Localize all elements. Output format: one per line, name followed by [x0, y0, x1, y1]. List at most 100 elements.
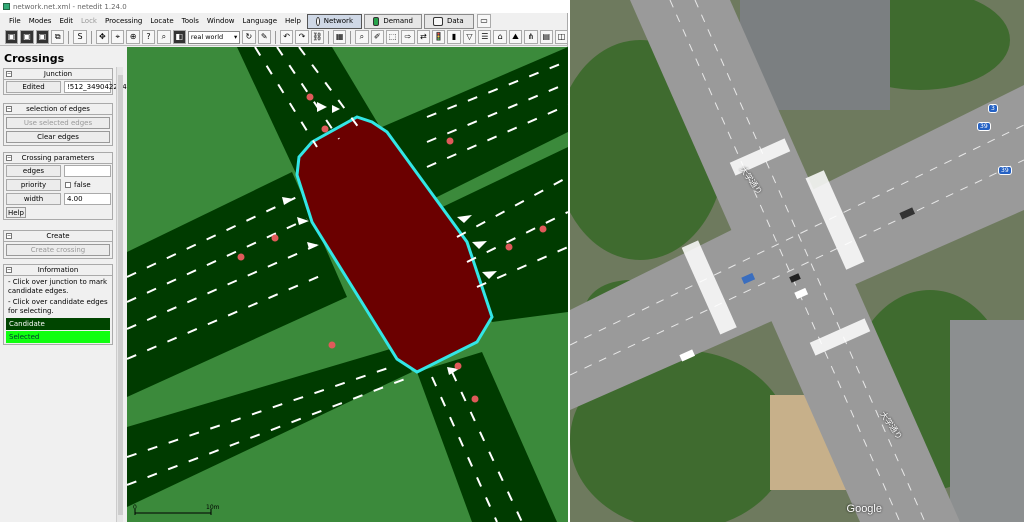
shapes-icon[interactable]: ⛰ — [508, 30, 523, 44]
frame-title: Crossings — [4, 52, 65, 65]
locate-junction-icon[interactable]: ⌖ — [111, 30, 125, 44]
route-badge-1: 3 — [988, 104, 998, 113]
refresh-icon[interactable]: ↻ — [242, 30, 256, 44]
move-mode-icon[interactable]: ⇨ — [401, 30, 415, 44]
collapse-icon[interactable]: − — [6, 106, 12, 112]
visualization-select[interactable]: real world ▾ — [187, 30, 241, 44]
save-network-icon[interactable]: ▣ — [35, 30, 50, 44]
link-icon[interactable]: ⛓ — [310, 30, 324, 44]
collapse-icon[interactable]: − — [6, 233, 12, 239]
inspect-mode-icon[interactable]: ⌕ — [355, 30, 369, 44]
connection-mode-icon[interactable]: ⇄ — [416, 30, 431, 44]
title-bar: network.net.xml - netedit 1.24.0 — [0, 0, 568, 13]
route-badge-2: 39 — [977, 122, 991, 131]
toolbar-separator — [274, 30, 276, 44]
junction-header[interactable]: − Junction — [4, 69, 112, 80]
new-network-icon[interactable]: ▣ — [5, 30, 19, 44]
information-header-label: Information — [37, 266, 79, 274]
prohibition-mode-icon[interactable]: ▽ — [462, 30, 477, 44]
help-button[interactable]: Help — [6, 207, 26, 218]
info-text-1: - Click over junction to mark candidate … — [8, 278, 108, 295]
decal-icon[interactable]: ▤ — [539, 30, 553, 44]
window-title: network.net.xml - netedit 1.24.0 — [13, 2, 127, 11]
collapse-icon[interactable]: − — [6, 155, 12, 161]
network-canvas[interactable] — [127, 47, 568, 522]
edit-view-icon[interactable]: ✎ — [257, 30, 271, 44]
data-supermode-button[interactable]: Data — [424, 13, 474, 29]
junction-id-field[interactable]: !512_349042224 — [64, 81, 127, 93]
menu-bar: File Modes Edit Lock Processing Locate T… — [0, 13, 568, 29]
selection-header[interactable]: − selection of edges — [4, 104, 112, 115]
traffic-light-icon[interactable]: 🚦 — [432, 30, 446, 44]
zoom-icon[interactable]: ⊕ — [126, 30, 140, 44]
network-icon — [316, 16, 320, 26]
menu-lock[interactable]: Lock — [77, 14, 101, 28]
wire-icon[interactable]: ⋔ — [524, 30, 538, 44]
netedit-window: network.net.xml - netedit 1.24.0 File Mo… — [0, 0, 569, 522]
information-header[interactable]: − Information — [4, 265, 112, 276]
data-icon — [433, 16, 443, 26]
recenter-icon[interactable]: ✥ — [95, 30, 110, 44]
priority-label: priority — [6, 179, 61, 191]
toolbar: ▣ ▣ ▣ ⧉ S ✥ ⌖ ⊕ ? ⌕ ◧ real world ▾ ↻ ✎ ↶… — [0, 29, 569, 46]
candidate-legend: Candidate — [6, 318, 110, 330]
grid-icon[interactable]: ▦ — [332, 30, 347, 44]
network-view[interactable] — [127, 47, 568, 522]
junction-section: − Junction Edited !512_349042224 — [3, 68, 127, 95]
crossing-mode-icon[interactable]: ☰ — [478, 30, 492, 44]
scale-right-label: 10m — [206, 504, 220, 511]
open-network-icon[interactable]: ▣ — [20, 30, 34, 44]
delete-mode-icon[interactable]: ✐ — [370, 30, 384, 44]
create-header[interactable]: − Create — [4, 231, 112, 242]
width-label: width — [6, 193, 61, 205]
selection-header-label: selection of edges — [26, 105, 90, 113]
clear-edges-button[interactable]: Clear edges — [6, 131, 110, 143]
menu-modes[interactable]: Modes — [25, 14, 56, 28]
data-label: Data — [447, 17, 464, 25]
toolbar-separator — [90, 30, 92, 44]
fullscreen-button[interactable]: ▭ — [477, 14, 491, 28]
menu-file[interactable]: File — [5, 14, 25, 28]
stop-icon[interactable]: ◫ — [554, 30, 569, 44]
checkbox-box[interactable] — [65, 182, 71, 188]
undo-icon[interactable]: ↶ — [279, 30, 294, 44]
edges-field[interactable] — [64, 165, 111, 177]
crossing-parameters-section: − Crossing parameters edges priority fal… — [3, 152, 113, 220]
panel-scrollbar[interactable] — [116, 67, 123, 522]
save-all-icon[interactable]: ⧉ — [51, 30, 65, 44]
tazs-icon[interactable]: ⌂ — [493, 30, 507, 44]
use-selected-edges-button[interactable]: Use selected edges — [6, 117, 110, 129]
collapse-icon[interactable]: − — [6, 71, 12, 77]
menu-locate[interactable]: Locate — [146, 14, 177, 28]
screenshot-icon[interactable]: ◧ — [172, 30, 186, 44]
redo-icon[interactable]: ↷ — [295, 30, 309, 44]
menu-window[interactable]: Window — [203, 14, 239, 28]
toolbar-separator — [327, 30, 329, 44]
create-header-label: Create — [46, 232, 70, 240]
menu-tools[interactable]: Tools — [178, 14, 203, 28]
scale-left-label: 0 — [133, 504, 137, 511]
scrollbar-thumb[interactable] — [118, 75, 123, 515]
crossing-parameters-header[interactable]: − Crossing parameters — [4, 153, 112, 164]
menu-language[interactable]: Language — [238, 14, 281, 28]
info-text-2: - Click over candidate edges for selecti… — [8, 298, 108, 315]
selected-legend: Selected — [6, 331, 110, 343]
menu-help[interactable]: Help — [281, 14, 305, 28]
select-mode-icon[interactable]: ⬚ — [385, 30, 400, 44]
crossing-parameters-header-label: Crossing parameters — [21, 154, 95, 162]
help-icon[interactable]: ? — [141, 30, 156, 44]
toolbar-separator — [350, 30, 352, 44]
collapse-icon[interactable]: − — [6, 267, 12, 273]
junction-edited-label: Edited — [6, 81, 61, 93]
width-field[interactable]: 4.00 — [64, 193, 111, 205]
network-supermode-button[interactable]: Network — [307, 13, 362, 29]
menu-processing[interactable]: Processing — [101, 14, 146, 28]
inspect-icon[interactable]: ⌕ — [157, 30, 171, 44]
satellite-image: 大学通り 大学通り 3 39 39 Google — [570, 0, 1024, 522]
priority-checkbox[interactable]: false — [63, 181, 91, 189]
menu-edit[interactable]: Edit — [55, 14, 77, 28]
s-button[interactable]: S — [73, 30, 87, 44]
create-crossing-button[interactable]: Create crossing — [6, 244, 110, 256]
demand-supermode-button[interactable]: Demand — [364, 13, 422, 29]
additional-mode-icon[interactable]: ▮ — [447, 30, 461, 44]
